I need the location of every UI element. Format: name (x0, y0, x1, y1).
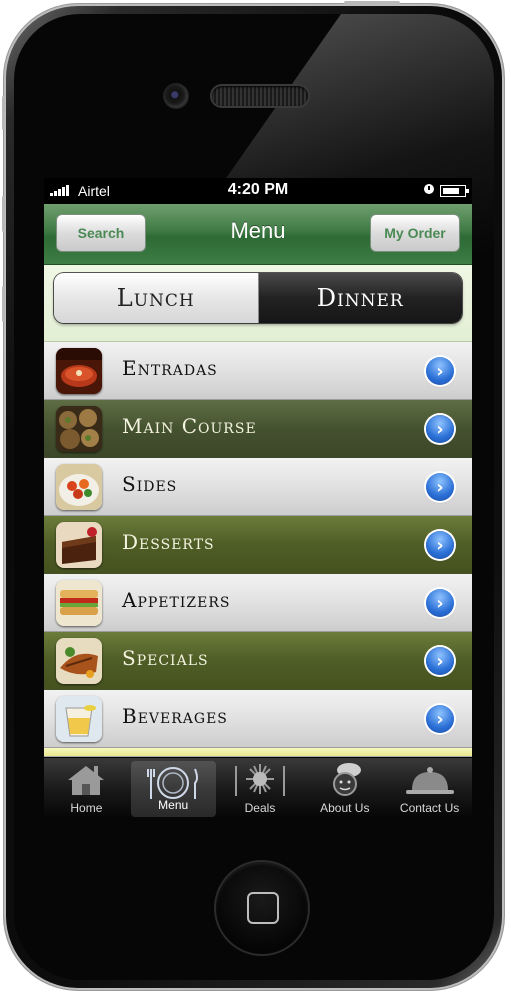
volume-up-button[interactable] (2, 196, 5, 232)
grilled-meat-icon (56, 638, 102, 684)
volume-down-button[interactable] (2, 286, 5, 322)
chevron-right-icon[interactable]: › (426, 589, 454, 617)
stuffed-mushrooms-icon (56, 406, 102, 452)
menu-item-specials[interactable]: Specials › (44, 632, 472, 690)
cloche-icon (405, 767, 454, 794)
tab-deals[interactable]: Deals (218, 758, 303, 820)
menu-category-list: Entradas › Main Course › Sides › Dessert… (44, 342, 472, 748)
chevron-right-icon[interactable]: › (426, 647, 454, 675)
segment-dinner-label: Dinner (316, 284, 404, 312)
menu-item-label: Main Course (122, 414, 257, 438)
meal-toggle-area: Lunch Dinner (44, 265, 472, 342)
segment-dinner[interactable]: Dinner (258, 273, 462, 323)
power-button[interactable] (344, 1, 400, 5)
menu-item-label: Beverages (122, 704, 228, 728)
salad-bowl-icon (56, 464, 102, 510)
menu-item-beverages[interactable]: Beverages › (44, 690, 472, 748)
segment-lunch-label: Lunch (116, 284, 195, 312)
earpiece-speaker (212, 86, 308, 106)
battery-icon (440, 185, 469, 197)
menu-item-entradas[interactable]: Entradas › (44, 342, 472, 400)
menu-item-label: Entradas (122, 356, 218, 380)
starburst-icon (234, 764, 285, 796)
chevron-right-icon[interactable]: › (426, 531, 454, 559)
chevron-right-icon[interactable]: › (426, 357, 454, 385)
chevron-right-icon[interactable]: › (426, 705, 454, 733)
chevron-right-icon[interactable]: › (426, 473, 454, 501)
tab-about-us[interactable]: About Us (302, 758, 387, 820)
menu-item-sides[interactable]: Sides › (44, 458, 472, 516)
home-icon (68, 766, 105, 795)
chocolate-cake-icon (56, 522, 102, 568)
tab-home-label: Home (70, 801, 103, 815)
tab-deals-label: Deals (244, 801, 276, 815)
my-order-button[interactable]: My Order (370, 214, 460, 252)
list-footer-strip (44, 748, 472, 757)
menu-item-main-course[interactable]: Main Course › (44, 400, 472, 458)
alarm-icon (424, 184, 434, 194)
status-bar: Airtel 4:20 PM (44, 178, 472, 204)
menu-item-desserts[interactable]: Desserts › (44, 516, 472, 574)
meal-segmented-control: Lunch Dinner (54, 273, 462, 323)
chef-icon (332, 763, 361, 796)
front-camera (164, 84, 188, 108)
tab-bar: Home Menu Deals About Us Contact Us (44, 758, 472, 820)
navigation-bar: Search Menu My Order (44, 204, 472, 265)
tab-home[interactable]: Home (44, 758, 129, 820)
tab-about-us-label: About Us (320, 801, 370, 815)
home-hardware-button[interactable] (216, 862, 308, 954)
segment-lunch[interactable]: Lunch (54, 273, 259, 323)
tab-contact-us-label: Contact Us (399, 801, 460, 815)
sandwich-icon (56, 580, 102, 626)
drink-glass-icon (56, 696, 102, 742)
menu-item-label: Desserts (122, 530, 215, 554)
tab-contact-us[interactable]: Contact Us (387, 758, 472, 820)
soup-icon (56, 348, 102, 394)
menu-item-label: Specials (122, 646, 209, 670)
menu-item-appetizers[interactable]: Appetizers › (44, 574, 472, 632)
status-time: 4:20 PM (227, 181, 289, 198)
mute-switch[interactable] (2, 96, 5, 130)
chevron-right-icon[interactable]: › (426, 415, 454, 443)
app-screen: Airtel 4:20 PM Search Menu My Order Lunc… (44, 178, 472, 820)
plate-cutlery-icon (147, 767, 199, 799)
menu-item-label: Sides (122, 472, 178, 496)
tab-menu[interactable]: Menu (130, 761, 216, 817)
menu-item-label: Appetizers (122, 588, 231, 612)
